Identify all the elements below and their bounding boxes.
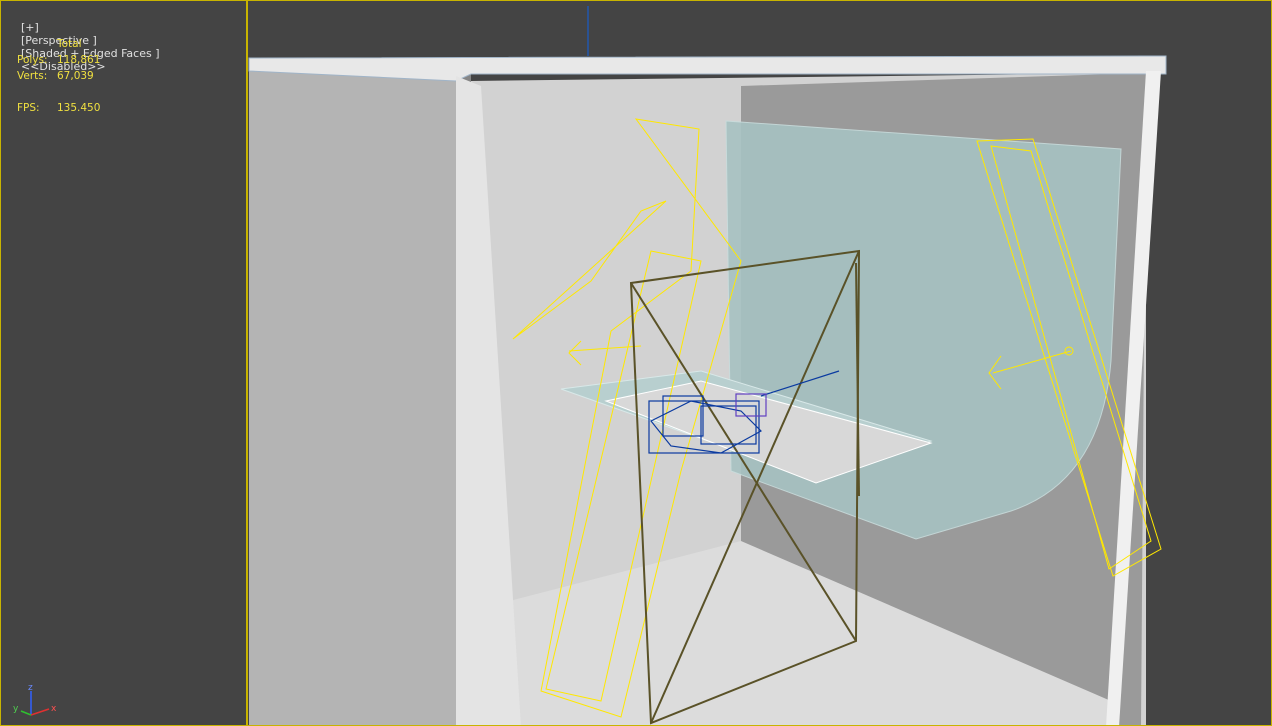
verts-label: Verts: (17, 70, 48, 82)
polys-value: 118,861 (57, 54, 101, 66)
fps-value: 135.450 (57, 102, 101, 114)
verts-value: 67,039 (57, 70, 94, 82)
axis-y-label: y (13, 704, 19, 714)
axis-gizmo: z y x (13, 683, 57, 716)
axis-z-label: z (28, 683, 33, 693)
room-left-inner-shade (249, 71, 471, 725)
scene-canvas[interactable] (1, 1, 1272, 726)
fps-label: FPS: (17, 102, 40, 114)
viewport-menu-plus[interactable]: [+] (21, 21, 39, 34)
perspective-viewport[interactable]: [+] [Perspective ] [Shaded + Edged Faces… (0, 0, 1272, 726)
stats-header: Total (57, 38, 82, 50)
polys-label: Polys: (17, 54, 48, 66)
axis-x-label: x (51, 704, 57, 714)
panel-divider (246, 0, 248, 726)
cyclorama-backdrop (725, 120, 1122, 540)
